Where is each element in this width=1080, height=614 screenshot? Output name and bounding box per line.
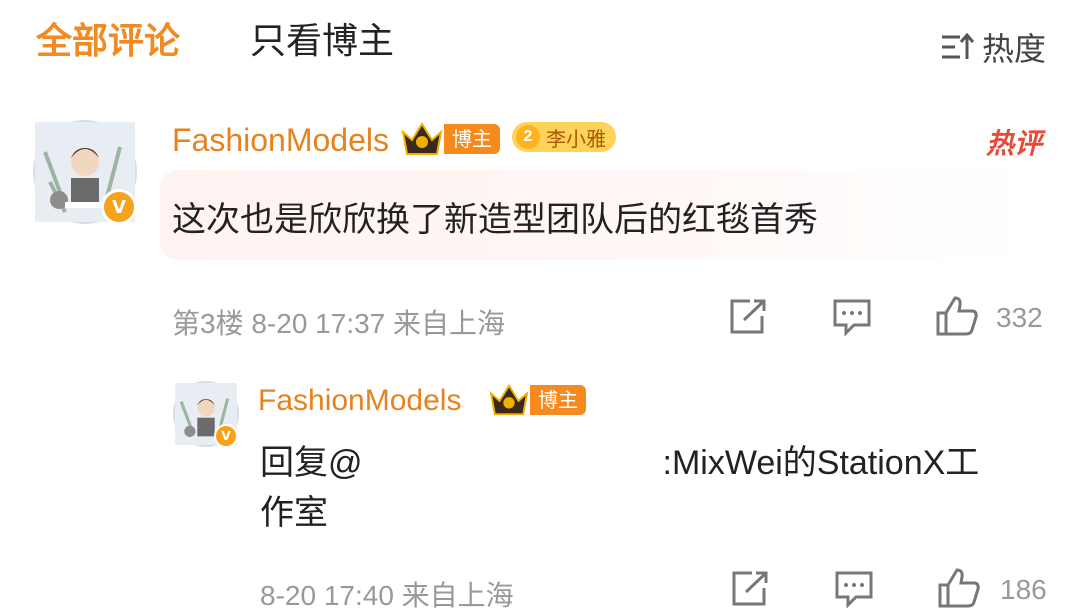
like-count: 332 (996, 302, 1043, 333)
hot-comment-tag: 热评 (985, 127, 1042, 160)
reply-suffix: :MixWei的StationX工 (662, 444, 980, 482)
reply-text: 回复@ :MixWei的StationX工 作室 (260, 438, 1040, 538)
comment-icon (833, 299, 871, 336)
crown-icon (489, 384, 529, 416)
like-button[interactable] (935, 295, 979, 337)
share-icon (730, 299, 766, 334)
reply-line-2: 作室 (260, 494, 328, 532)
thumbs-up-icon (938, 568, 980, 608)
verified-badge-icon: V (214, 424, 238, 448)
sort-label: 热度 (981, 30, 1046, 68)
fan-badge: 2 李小雅 (512, 122, 616, 152)
reply-comment-button[interactable] (834, 570, 874, 608)
share-icon (732, 571, 768, 606)
sort-button[interactable]: 热度 (940, 24, 1046, 70)
fan-badge-name: 李小雅 (546, 126, 606, 151)
reply-like-button[interactable] (937, 567, 981, 609)
thumbs-up-icon (936, 296, 978, 336)
reply-username[interactable]: FashionModels (258, 384, 461, 418)
comment-location: 来自上海 (393, 308, 506, 339)
share-button[interactable] (728, 298, 768, 336)
sort-icon (941, 32, 974, 59)
comment-icon (835, 571, 873, 608)
comment-text: 这次也是欣欣换了新造型团队后的红毯首秀 (172, 200, 818, 240)
reply-meta: 8-20 17:40 来自上海 (260, 574, 514, 614)
comment-button[interactable] (832, 298, 872, 336)
comment-username[interactable]: FashionModels (172, 122, 389, 159)
floor-number: 第3楼 (172, 308, 244, 339)
reply-time: 8-20 17:40 (260, 580, 394, 611)
reply-line-1: 回复@ :MixWei的StationX工 (260, 438, 1040, 488)
crown-icon (401, 122, 443, 155)
tab-all-comments[interactable]: 全部评论 (36, 20, 180, 64)
reply-share-button[interactable] (730, 570, 770, 608)
comment-time: 8-20 17:37 (251, 308, 386, 339)
verified-badge-icon: V (101, 189, 137, 225)
tab-blogger-only[interactable]: 只看博主 (250, 20, 394, 64)
reply-blogger-badge: 博主 (488, 382, 586, 418)
reply-location: 来自上海 (401, 580, 514, 611)
comment-meta: 第3楼 8-20 17:37 来自上海 (172, 302, 505, 342)
fan-level: 2 (516, 125, 540, 149)
reply-prefix: 回复@ (260, 444, 363, 482)
role-tag: 博主 (530, 385, 586, 415)
role-tag: 博主 (444, 124, 500, 154)
blogger-badge: 博主 (400, 120, 500, 158)
reply-like-count: 186 (1000, 574, 1047, 605)
